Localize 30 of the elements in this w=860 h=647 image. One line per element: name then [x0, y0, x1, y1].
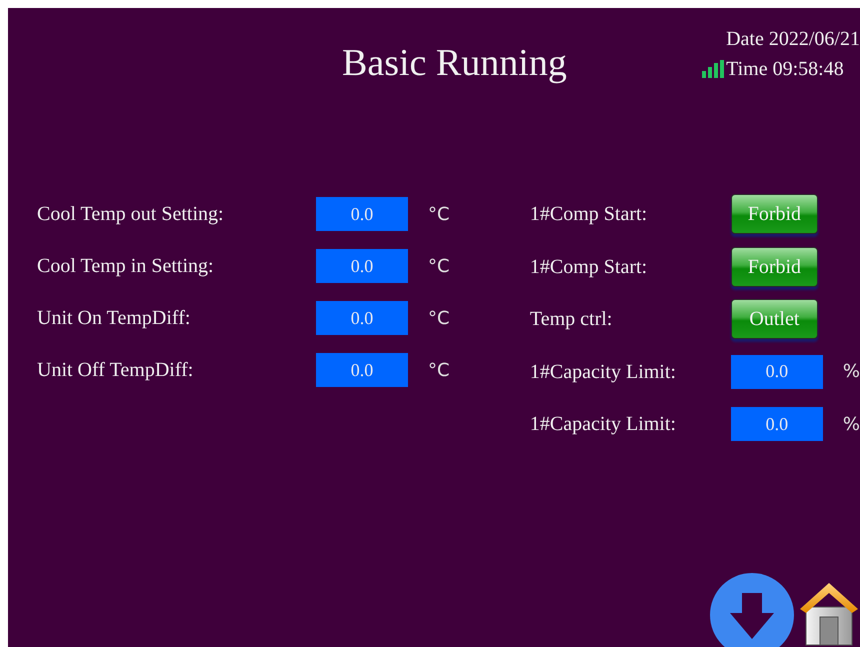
setting-label: Cool Temp out Setting: — [37, 202, 225, 227]
unit-label: % — [842, 360, 860, 384]
down-arrow-icon[interactable] — [710, 573, 794, 647]
value-field[interactable]: 0.0 — [316, 197, 408, 231]
signal-icon — [702, 60, 724, 78]
value-field[interactable]: 0.0 — [316, 301, 408, 335]
date-text: Date 2022/06/21 — [726, 27, 860, 52]
toggle-button[interactable]: Forbid — [730, 246, 818, 287]
setting-label: Cool Temp in Setting: — [37, 254, 215, 279]
setting-label: 1#Comp Start: — [530, 202, 648, 228]
value-field[interactable]: 0.0 — [730, 407, 823, 442]
setting-label: 1#Capacity Limit: — [530, 412, 677, 438]
unit-label: °C — [428, 358, 450, 382]
time-text: Time 09:58:48 — [726, 57, 844, 82]
setting-label: 1#Comp Start: — [530, 254, 648, 280]
value-field[interactable]: 0.0 — [316, 249, 408, 283]
setting-label: Temp ctrl: — [530, 307, 614, 332]
value-field[interactable]: 0.0 — [316, 353, 408, 387]
toggle-button[interactable]: Outlet — [730, 299, 818, 340]
unit-label: % — [842, 412, 860, 437]
unit-label: °C — [428, 202, 450, 226]
home-icon[interactable] — [798, 581, 860, 647]
toggle-button[interactable]: Forbid — [730, 194, 818, 234]
unit-label: °C — [428, 254, 450, 278]
setting-label: Unit On TempDiff: — [37, 306, 192, 331]
unit-label: °C — [428, 306, 450, 330]
setting-label: 1#Capacity Limit: — [530, 360, 677, 385]
value-field[interactable]: 0.0 — [730, 354, 823, 389]
setting-label: Unit Off TempDiff: — [37, 358, 194, 383]
page-title: Basic Running — [342, 44, 567, 82]
